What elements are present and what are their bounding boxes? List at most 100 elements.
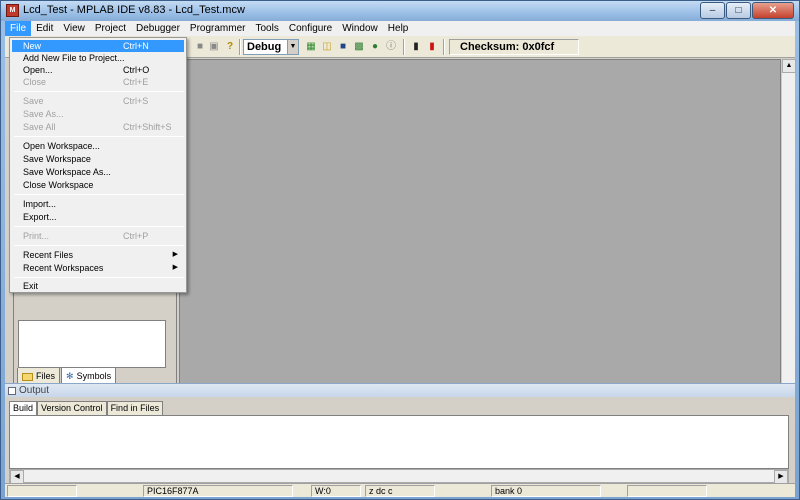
menu-item-recent-files[interactable]: Recent Files ▶ xyxy=(12,249,184,261)
menu-debugger[interactable]: Debugger xyxy=(131,21,185,36)
menu-separator xyxy=(14,226,184,227)
scroll-up-icon[interactable]: ▲ xyxy=(782,59,796,73)
menu-item-label: Import... xyxy=(23,199,57,209)
mplab-app-icon: M xyxy=(6,4,19,17)
status-bank: bank 0 xyxy=(491,485,601,497)
menu-item-label: Recent Workspaces xyxy=(23,263,104,273)
window-title: Lcd_Test - MPLAB IDE v8.83 - Lcd_Test.mc… xyxy=(23,4,245,16)
window-controls: – □ ✕ xyxy=(700,2,794,19)
menu-item-label: Save As... xyxy=(23,109,64,119)
menu-project[interactable]: Project xyxy=(90,21,131,36)
output-text-area[interactable] xyxy=(9,415,789,469)
editor-area[interactable] xyxy=(179,59,781,399)
menu-configure[interactable]: Configure xyxy=(284,21,337,36)
menu-item-label: Save xyxy=(23,96,44,106)
menu-item-label: Save Workspace As... xyxy=(23,167,111,177)
menu-item-shortcut: Ctrl+Shift+S xyxy=(123,122,172,132)
menu-item-shortcut: Ctrl+N xyxy=(123,41,149,51)
make-icon[interactable]: ▣ xyxy=(207,40,221,54)
menu-item-label: Recent Files xyxy=(23,250,74,260)
output-window-icon xyxy=(8,387,16,395)
tab-version-control[interactable]: Version Control xyxy=(37,401,107,415)
scroll-right-icon[interactable]: ▶ xyxy=(774,470,788,484)
toolbar-separator xyxy=(403,39,405,55)
menu-item-recent-workspaces[interactable]: Recent Workspaces ▶ xyxy=(12,262,184,274)
status-cell-empty xyxy=(7,485,77,497)
vertical-scrollbar[interactable]: ▲ xyxy=(781,59,796,399)
menu-separator xyxy=(14,91,184,92)
title-bar[interactable]: M Lcd_Test - MPLAB IDE v8.83 - Lcd_Test.… xyxy=(1,1,799,21)
new-project-icon[interactable]: ▦ xyxy=(304,40,318,54)
build-icon[interactable]: ■ xyxy=(193,40,207,54)
status-w-register: W:0 xyxy=(311,485,361,497)
menu-item-new[interactable]: New Ctrl+N xyxy=(12,40,184,52)
menu-item-add-new-file[interactable]: Add New File to Project... xyxy=(12,52,184,64)
output-title: Output xyxy=(5,383,795,397)
menu-item-shortcut: Ctrl+S xyxy=(123,96,149,106)
menu-separator xyxy=(14,194,184,195)
menu-item-label: Close Workspace xyxy=(23,180,94,190)
status-cell-empty xyxy=(627,485,707,497)
menu-help[interactable]: Help xyxy=(383,21,414,36)
build-config-select[interactable]: Debug ▼ xyxy=(243,39,299,55)
build-config-value: Debug xyxy=(247,41,282,53)
menu-tools[interactable]: Tools xyxy=(250,21,283,36)
menu-separator xyxy=(14,136,184,137)
menu-item-label: New xyxy=(23,41,42,51)
menu-item-label: Save All xyxy=(23,122,56,132)
folder-icon xyxy=(22,372,33,381)
menu-item-save-all: Save All Ctrl+Shift+S xyxy=(12,121,184,133)
submenu-arrow-icon: ▶ xyxy=(172,264,178,271)
make-project-icon[interactable]: ● xyxy=(368,40,382,54)
menu-item-save-workspace-as[interactable]: Save Workspace As... xyxy=(12,166,184,178)
save-disk-icon[interactable]: ■ xyxy=(336,40,350,54)
workspace-tree[interactable] xyxy=(18,320,166,368)
output-panel: Output Build Version Control Find in Fil… xyxy=(5,383,795,484)
horizontal-scrollbar[interactable]: ◀ ▶ xyxy=(9,469,789,484)
menu-item-print: Print... Ctrl+P xyxy=(12,230,184,242)
checksum-display: Checksum: 0x0fcf xyxy=(449,39,579,55)
menu-item-label: Export... xyxy=(23,212,57,222)
info-icon[interactable]: ⓘ xyxy=(384,40,398,54)
menu-edit[interactable]: Edit xyxy=(31,21,58,36)
output-tabs: Build Version Control Find in Files xyxy=(9,401,164,415)
scroll-left-icon[interactable]: ◀ xyxy=(10,470,24,484)
close-window-button[interactable]: ✕ xyxy=(752,2,794,19)
minimize-button[interactable]: – xyxy=(700,2,725,19)
menu-item-import[interactable]: Import... xyxy=(12,198,184,210)
menu-view[interactable]: View xyxy=(58,21,90,36)
menu-bar: File Edit View Project Debugger Programm… xyxy=(5,21,795,36)
menu-item-shortcut: Ctrl+O xyxy=(123,65,150,75)
tab-build[interactable]: Build xyxy=(9,401,38,415)
toolbar-separator xyxy=(443,39,445,55)
menu-item-shortcut: Ctrl+P xyxy=(123,231,149,241)
menu-item-exit[interactable]: Exit xyxy=(12,280,184,292)
menu-item-label: Close xyxy=(23,77,47,87)
maximize-button[interactable]: □ xyxy=(726,2,751,19)
menu-item-close-workspace[interactable]: Close Workspace xyxy=(12,179,184,191)
menu-item-label: Open... xyxy=(23,65,53,75)
build-all-icon[interactable]: ▩ xyxy=(352,40,366,54)
tab-find-in-files[interactable]: Find in Files xyxy=(106,401,164,415)
help-icon[interactable]: ? xyxy=(223,40,237,54)
menu-item-close: Close Ctrl+E xyxy=(12,76,184,88)
program-device-icon[interactable]: ▮ xyxy=(409,40,423,54)
menu-item-export[interactable]: Export... xyxy=(12,211,184,223)
menu-separator xyxy=(14,245,184,246)
menu-item-open-workspace[interactable]: Open Workspace... xyxy=(12,140,184,152)
menu-item-label: Open Workspace... xyxy=(23,141,100,151)
menu-item-label: Print... xyxy=(23,231,50,241)
open-folder-icon[interactable]: ◫ xyxy=(320,40,334,54)
status-flags: z dc c xyxy=(365,485,435,497)
release-device-icon[interactable]: ▮ xyxy=(425,40,439,54)
menu-item-label: Add New File to Project... xyxy=(23,53,125,63)
chevron-down-icon[interactable]: ▼ xyxy=(287,40,298,54)
status-device: PIC16F877A xyxy=(143,485,293,497)
menu-programmer[interactable]: Programmer xyxy=(185,21,251,36)
menu-file[interactable]: File xyxy=(5,21,32,36)
menu-item-shortcut: Ctrl+E xyxy=(123,77,149,87)
menu-item-save-workspace[interactable]: Save Workspace xyxy=(12,153,184,165)
menu-item-open[interactable]: Open... Ctrl+O xyxy=(12,64,184,76)
menu-window[interactable]: Window xyxy=(337,21,383,36)
menu-item-save-as: Save As... xyxy=(12,108,184,120)
